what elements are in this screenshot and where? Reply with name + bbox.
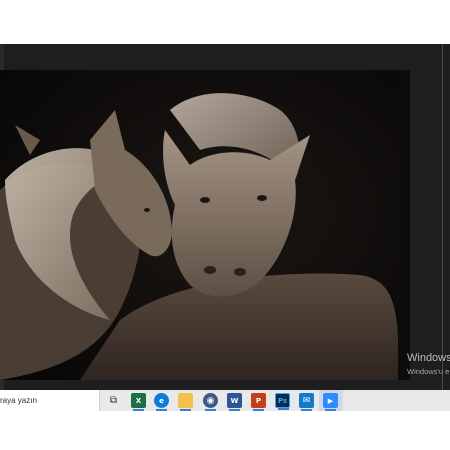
image-viewer: Windows' Windows'u e <box>0 44 450 390</box>
activation-watermark-title: Windows' <box>407 352 450 364</box>
search-input[interactable] <box>0 391 96 410</box>
taskbar: ⧉ X e ◉ W P Ps ✉ ▶ <box>0 390 450 411</box>
horses-photo <box>0 70 410 380</box>
excel-icon[interactable]: X <box>131 393 146 411</box>
powerpoint-icon[interactable]: P <box>251 393 266 411</box>
viewer-divider <box>442 44 443 390</box>
top-background <box>0 0 450 44</box>
zoom-icon[interactable]: ▶ <box>323 393 338 411</box>
file-explorer-icon[interactable] <box>178 393 193 411</box>
taskbar-search[interactable] <box>0 390 100 411</box>
mail-icon[interactable]: ✉ <box>299 393 314 411</box>
horses-illustration <box>0 70 410 380</box>
bottom-background <box>0 411 450 450</box>
activation-watermark-subtitle: Windows'u e <box>407 367 450 376</box>
edge-icon[interactable]: e <box>154 393 169 411</box>
task-view-icon[interactable]: ⧉ <box>106 393 121 408</box>
photoshop-icon[interactable]: Ps <box>275 393 290 410</box>
word-icon[interactable]: W <box>227 393 242 411</box>
browser-icon[interactable]: ◉ <box>203 393 218 411</box>
